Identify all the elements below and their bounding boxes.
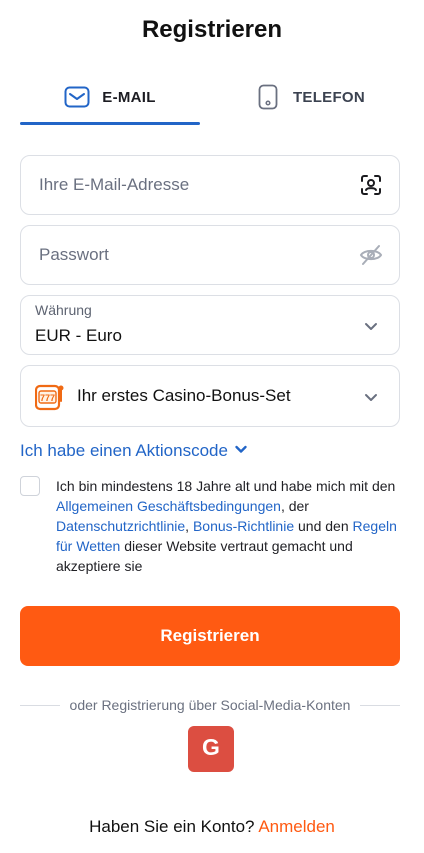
consent-text: Ich bin mindestens 18 Jahre alt und habe… (56, 476, 400, 576)
google-signup-button[interactable]: G (188, 726, 234, 772)
page-title: Registrieren (141, 16, 283, 43)
active-tab-indicator (20, 122, 200, 125)
bonus-label: Ihr erstes Casino-Bonus-Set (77, 386, 291, 405)
slot-777-icon: 777 (34, 383, 65, 411)
tab-phone[interactable]: TELEFON (220, 70, 400, 124)
divider-line (20, 704, 60, 706)
consent-text-part: , (185, 518, 193, 534)
social-divider: oder Registrierung über Social-Media-Kon… (20, 697, 400, 713)
bonus-select[interactable]: 777 Ihr erstes Casino-Bonus-Set (20, 365, 400, 427)
chevron-down-icon (234, 441, 248, 461)
eye-off-icon[interactable] (359, 243, 383, 267)
phone-icon (255, 84, 281, 110)
auth-tabs: E-MAIL TELEFON (20, 70, 400, 126)
google-icon: G (198, 734, 224, 765)
chevron-down-icon (363, 318, 379, 334)
currency-select[interactable]: Währung EUR - Euro (20, 295, 400, 355)
privacy-link[interactable]: Datenschutzrichtlinie (56, 518, 185, 534)
consent-text-part: Ich bin mindestens 18 Jahre alt und habe… (56, 478, 396, 494)
email-input[interactable] (39, 156, 339, 214)
divider-line (360, 704, 400, 706)
envelope-icon (64, 84, 90, 110)
password-field (20, 225, 400, 285)
social-divider-text: oder Registrierung über Social-Media-Kon… (69, 697, 351, 713)
promo-code-label: Ich habe einen Aktionscode (20, 441, 228, 460)
register-button[interactable]: Registrieren (20, 606, 400, 666)
promo-code-toggle[interactable]: Ich habe einen Aktionscode (20, 441, 248, 461)
login-prompt-text: Haben Sie ein Konto? (89, 817, 255, 836)
tab-phone-label: TELEFON (292, 88, 366, 106)
svg-text:G: G (202, 734, 220, 760)
tab-email[interactable]: E-MAIL (20, 70, 200, 124)
currency-caption: Währung (35, 302, 92, 318)
user-scan-icon[interactable] (359, 173, 383, 197)
currency-value: EUR - Euro (35, 326, 122, 345)
age-terms-checkbox[interactable] (20, 476, 40, 496)
svg-text:777: 777 (40, 393, 55, 403)
email-field (20, 155, 400, 215)
consent-text-part: und den (294, 518, 353, 534)
login-link[interactable]: Anmelden (258, 817, 335, 836)
bonus-policy-link[interactable]: Bonus-Richtlinie (193, 518, 294, 534)
login-prompt: Haben Sie ein Konto? Anmelden (0, 817, 424, 837)
consent-text-part: , der (280, 498, 309, 514)
password-input[interactable] (39, 226, 339, 284)
tab-email-label: E-MAIL (102, 88, 156, 106)
terms-link[interactable]: Allgemeinen Geschäftsbedingungen (56, 498, 281, 514)
chevron-down-icon (363, 389, 379, 405)
